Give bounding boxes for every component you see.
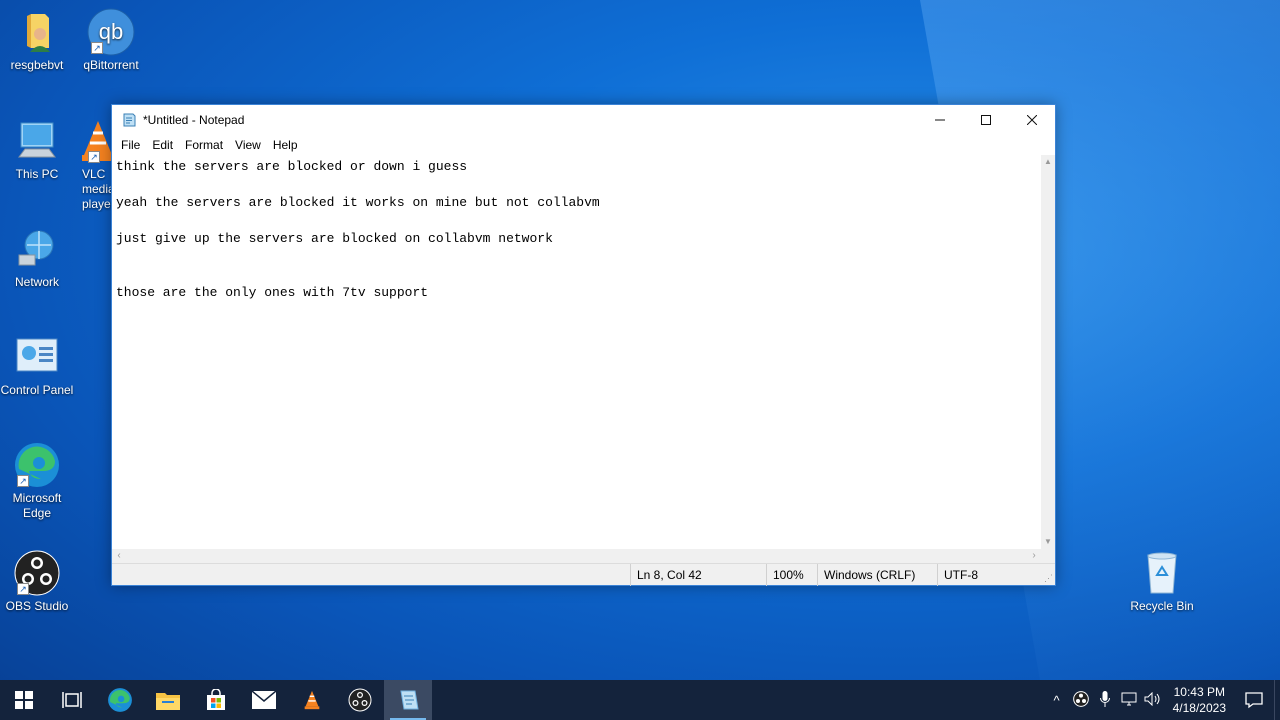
menu-view[interactable]: View [229,138,267,152]
desktop-icon-obs[interactable]: ↗ OBS Studio [0,549,74,614]
taskbar: ^ 10:43 PM 4/18/2023 [0,680,1280,720]
taskbar-notepad[interactable] [384,680,432,720]
scroll-down-icon[interactable]: ▼ [1041,535,1055,549]
chevron-up-icon[interactable]: ^ [1045,693,1069,708]
scroll-up-icon[interactable]: ▲ [1041,155,1055,169]
network-icon [13,225,61,273]
minimize-icon [935,119,945,121]
maximize-button[interactable] [963,105,1009,135]
show-desktop-button[interactable] [1274,680,1280,720]
title-bar[interactable]: *Untitled - Notepad [112,105,1055,135]
vlc-icon [304,690,320,710]
horizontal-scrollbar[interactable]: ‹ › [112,549,1041,563]
resize-grip-icon[interactable]: ⋰ [1044,573,1053,584]
status-zoom: 100% [766,564,804,586]
microphone-icon[interactable] [1093,690,1117,710]
scroll-right-icon[interactable]: › [1027,549,1041,563]
scroll-corner [1041,549,1055,563]
taskbar-obs[interactable] [336,680,384,720]
volume-icon[interactable] [1141,691,1165,709]
mail-icon [252,691,276,709]
user-folder-icon [13,8,61,56]
desktop-icon-label: Control Panel [0,383,74,397]
desktop-icon-this-pc[interactable]: This PC [0,117,74,182]
recycle-bin-icon [1138,549,1186,597]
menu-file[interactable]: File [115,138,146,152]
desktop-icon-network[interactable]: Network [0,225,74,290]
start-icon [15,691,33,709]
network-status-icon[interactable] [1117,692,1141,709]
notepad-icon [400,690,419,710]
vlc-icon: ↗ [74,117,112,165]
desktop-icon-label: Recycle Bin [1130,599,1194,613]
taskbar-edge[interactable] [96,680,144,720]
scroll-left-icon[interactable]: ‹ [112,549,126,563]
menu-format[interactable]: Format [179,138,229,152]
file-explorer-icon [156,693,180,710]
action-center-button[interactable] [1234,691,1274,709]
vertical-scrollbar[interactable]: ▲ ▼ [1041,155,1055,549]
computer-icon [13,117,61,165]
control-panel-icon [13,333,61,381]
notification-icon [1245,692,1263,709]
text-editor[interactable]: think the servers are blocked or down i … [112,155,1041,549]
desktop-icon-label: This PC [15,167,59,181]
edge-icon: ↗ [13,441,61,489]
close-button[interactable] [1009,105,1055,135]
menu-help[interactable]: Help [267,138,304,152]
status-encoding: UTF-8 [937,564,978,586]
desktop-icon-label: qBittorrent [83,58,139,72]
close-icon [1027,115,1037,125]
task-view-icon [62,692,82,708]
shortcut-arrow-icon: ↗ [17,475,29,487]
notepad-icon [121,112,137,128]
desktop-icon-label: Microsoft Edge [12,491,62,520]
start-button[interactable] [0,680,48,720]
store-icon [207,689,225,710]
desktop-icon-user-folder[interactable]: resgbebvt [0,8,74,73]
status-cursor-position: Ln 8, Col 42 [630,564,702,586]
window-title: *Untitled - Notepad [143,113,245,127]
desktop-icon-vlc[interactable]: ↗ VLC media player [74,117,112,212]
taskbar-store[interactable] [192,680,240,720]
taskbar-vlc[interactable] [288,680,336,720]
desktop-icon-label: Network [14,275,59,289]
system-tray: ^ 10:43 PM 4/18/2023 [1045,680,1280,720]
clock-time: 10:43 PM [1173,685,1225,699]
clock-date: 4/18/2023 [1172,701,1226,715]
shortcut-arrow-icon: ↗ [17,583,29,595]
qbittorrent-icon: qb ↗ [87,8,135,56]
desktop-icon-recycle-bin[interactable]: Recycle Bin [1125,549,1199,614]
desktop-icon-edge[interactable]: ↗ Microsoft Edge [0,441,74,521]
task-view-button[interactable] [48,680,96,720]
minimize-button[interactable] [917,105,963,135]
obs-tray-icon[interactable] [1069,690,1093,710]
shortcut-arrow-icon: ↗ [91,42,103,54]
status-bar: Ln 8, Col 42 100% Windows (CRLF) UTF-8 ⋰ [112,563,1055,586]
desktop-icon-control-panel[interactable]: Control Panel [0,333,74,398]
taskbar-mail[interactable] [240,680,288,720]
desktop-icon-label: OBS Studio [5,599,69,613]
desktop-icon-label: resgbebvt [10,58,64,72]
maximize-icon [981,115,991,125]
clock[interactable]: 10:43 PM 4/18/2023 [1165,684,1234,716]
desktop-icon-label: VLC media player [82,167,112,211]
desktop-icon-qbittorrent[interactable]: qb ↗ qBittorrent [74,8,148,73]
edge-icon [108,688,132,712]
menu-bar: File Edit Format View Help [112,135,1055,155]
obs-icon: ↗ [13,549,61,597]
notepad-window[interactable]: *Untitled - Notepad File Edit Format Vie… [111,104,1056,586]
shortcut-arrow-icon: ↗ [88,151,100,163]
svg-text:qb: qb [99,19,123,44]
menu-edit[interactable]: Edit [146,138,179,152]
status-line-ending: Windows (CRLF) [817,564,915,586]
taskbar-file-explorer[interactable] [144,680,192,720]
obs-icon [348,688,372,712]
